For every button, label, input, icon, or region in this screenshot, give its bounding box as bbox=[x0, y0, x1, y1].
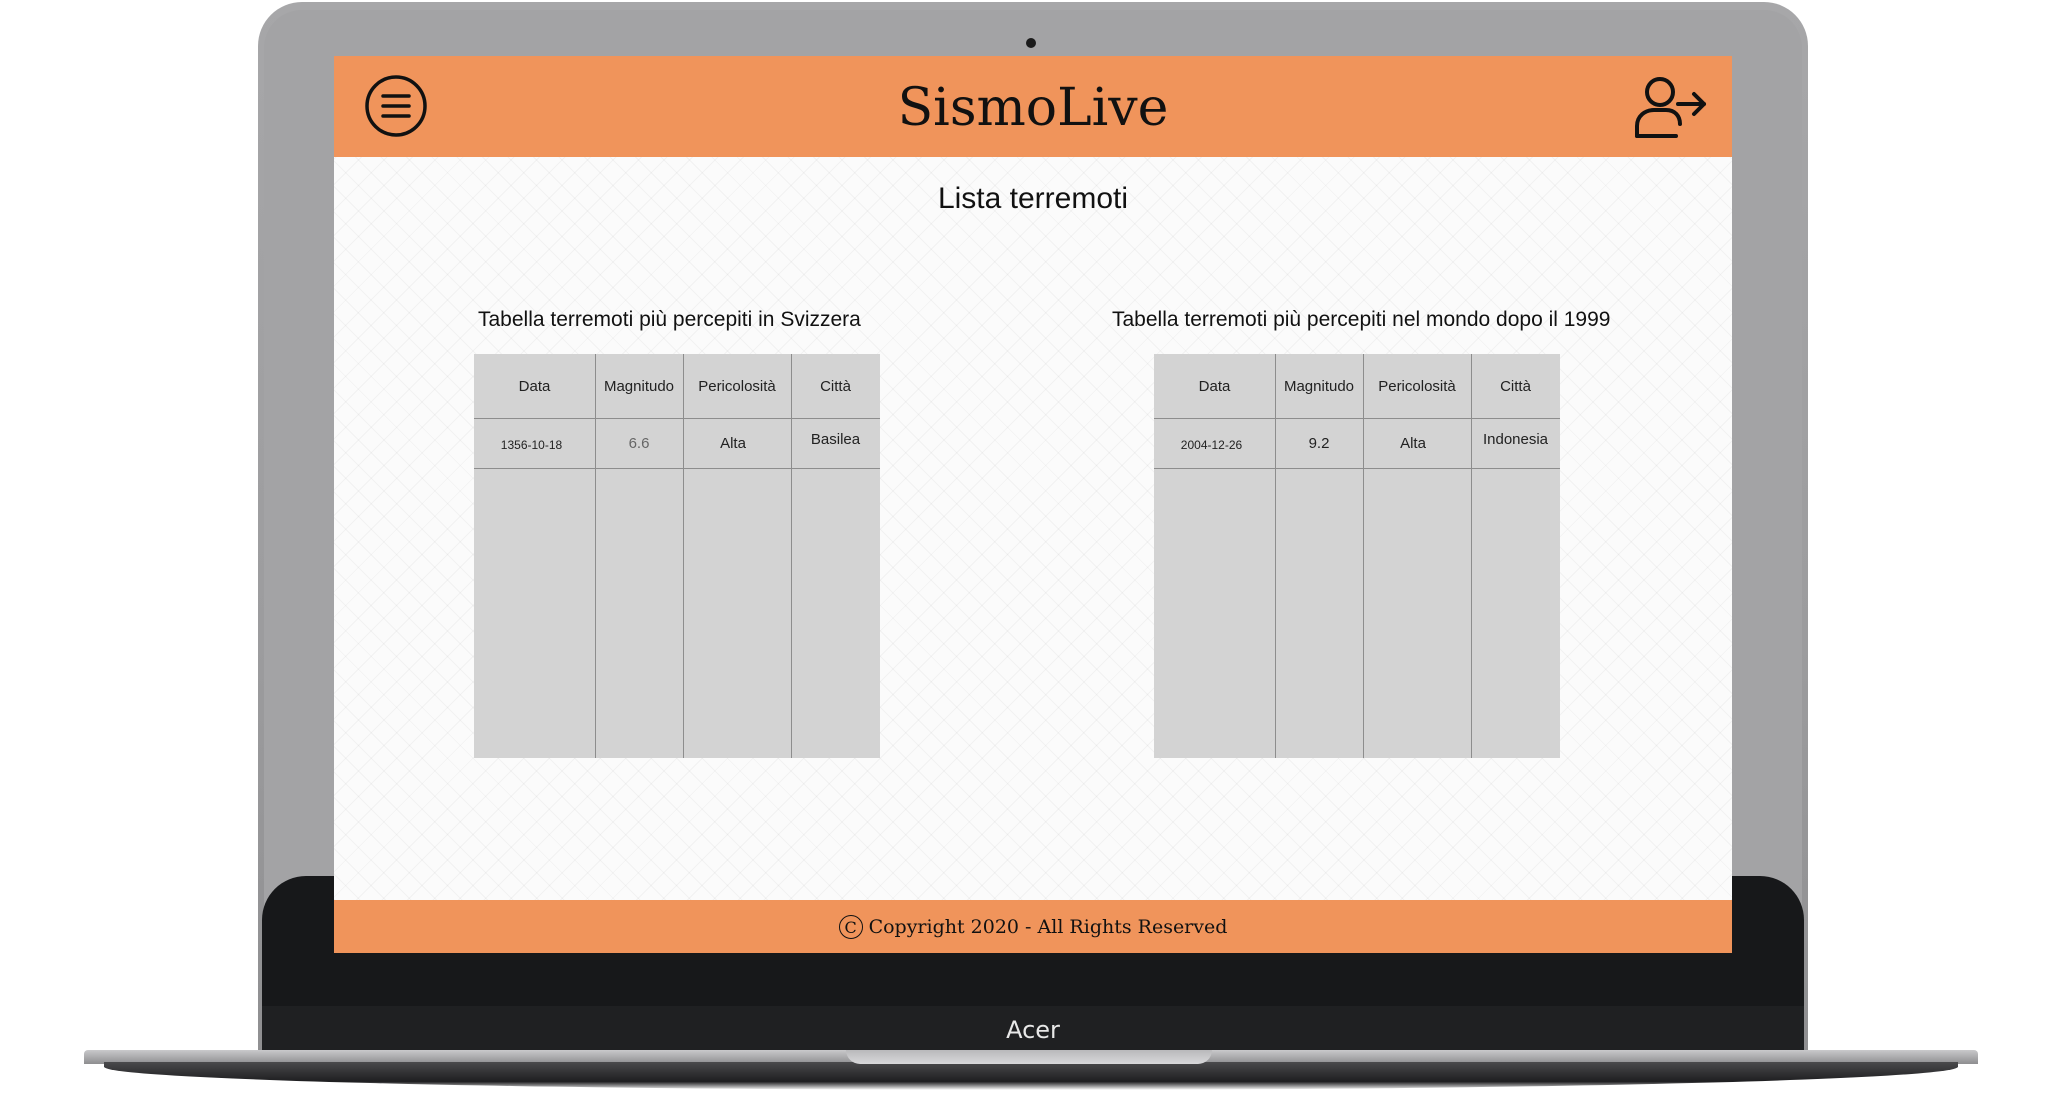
table-divider bbox=[1471, 354, 1472, 758]
table-divider bbox=[1275, 354, 1276, 758]
column-header-data: Data bbox=[518, 378, 551, 395]
table-divider bbox=[474, 468, 880, 469]
table-divider bbox=[1154, 418, 1560, 419]
column-header-citta: Città bbox=[1500, 378, 1531, 395]
app-footer: C Copyright 2020 - All Rights Reserved bbox=[334, 900, 1732, 953]
column-header-magnitudo: Magnitudo bbox=[603, 378, 675, 395]
earthquake-table-svizzera: Data Magnitudo Pericolosità Città 1356-1… bbox=[474, 354, 880, 758]
table-divider bbox=[791, 354, 792, 758]
table-caption-mondo: Tabella terremoti più percepiti nel mond… bbox=[1112, 308, 1611, 331]
copyright-icon: C bbox=[838, 914, 863, 939]
app-screen: SismoLive Lista terremoti Tabella terrem… bbox=[334, 56, 1732, 953]
earthquake-table-mondo: Data Magnitudo Pericolosità Città 2004-1… bbox=[1154, 354, 1560, 758]
laptop-brand: Acer bbox=[1006, 1016, 1060, 1044]
cell-magnitudo: 9.2 bbox=[1308, 435, 1330, 452]
hamburger-menu-icon bbox=[365, 75, 427, 137]
cell-citta: Basilea bbox=[810, 431, 861, 448]
app-title: SismoLive bbox=[897, 78, 1169, 138]
cell-pericolosita: Alta bbox=[720, 435, 746, 452]
table-divider bbox=[683, 354, 684, 758]
cell-pericolosita: Alta bbox=[1400, 435, 1426, 452]
column-header-magnitudo: Magnitudo bbox=[1283, 378, 1355, 395]
webcam bbox=[1026, 38, 1036, 48]
table-divider bbox=[1363, 354, 1364, 758]
column-header-pericolosita: Pericolosità bbox=[698, 378, 776, 395]
column-header-pericolosita: Pericolosità bbox=[1378, 378, 1456, 395]
app-header: SismoLive bbox=[334, 56, 1732, 157]
table-divider bbox=[474, 418, 880, 419]
table-caption-svizzera: Tabella terremoti più percepiti in Svizz… bbox=[478, 308, 861, 331]
laptop-base-shadow bbox=[104, 1062, 1958, 1090]
cell-data: 2004-12-26 bbox=[1180, 438, 1243, 452]
cell-data: 1356-10-18 bbox=[500, 438, 563, 452]
user-logout-icon bbox=[1635, 77, 1706, 138]
logout-button[interactable] bbox=[1632, 72, 1708, 142]
menu-button[interactable] bbox=[364, 74, 428, 138]
footer-copyright: C Copyright 2020 - All Rights Reserved bbox=[334, 900, 1732, 953]
laptop-notch bbox=[846, 1050, 1212, 1064]
copyright-text: Copyright 2020 - All Rights Reserved bbox=[868, 915, 1228, 938]
table-divider bbox=[595, 354, 596, 758]
page-title: Lista terremoti bbox=[937, 182, 1129, 215]
column-header-data: Data bbox=[1198, 378, 1231, 395]
cell-magnitudo: 6.6 bbox=[628, 435, 650, 452]
column-header-citta: Città bbox=[820, 378, 851, 395]
cell-citta: Indonesia bbox=[1482, 431, 1549, 448]
table-divider bbox=[1154, 468, 1560, 469]
